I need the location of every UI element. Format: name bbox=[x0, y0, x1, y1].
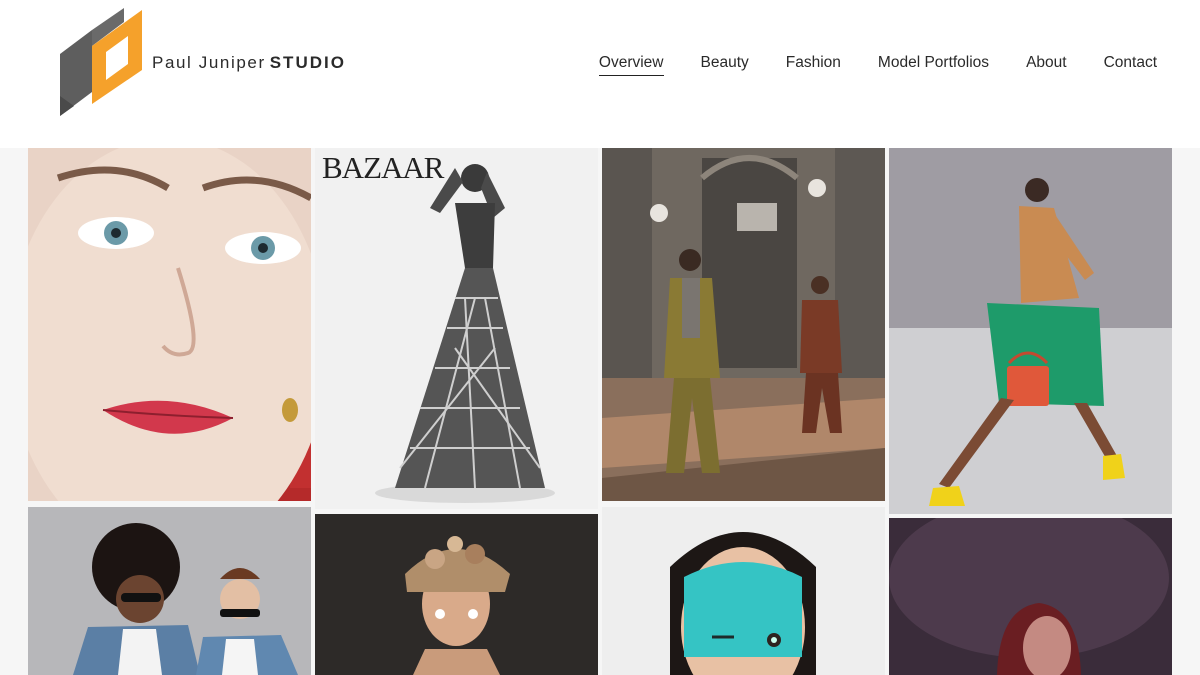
photo-fashion-suits[interactable] bbox=[602, 148, 885, 501]
photo-floral-crown[interactable] bbox=[315, 514, 598, 675]
nav-model-portfolios[interactable]: Model Portfolios bbox=[878, 54, 989, 76]
magazine-logo: BAZAAR bbox=[322, 150, 444, 185]
brand-studio: STUDIO bbox=[269, 53, 346, 72]
studio-logo-icon[interactable] bbox=[58, 8, 144, 116]
main-nav: Overview Beauty Fashion Model Portfolios… bbox=[598, 54, 1157, 76]
site-header: Paul Juniper STUDIO Overview Beauty Fashi… bbox=[0, 0, 1200, 148]
nav-fashion[interactable]: Fashion bbox=[786, 54, 841, 76]
photo-turquoise-face[interactable] bbox=[602, 507, 885, 675]
brand-name: Paul Juniper bbox=[152, 53, 266, 72]
nav-about[interactable]: About bbox=[1026, 54, 1067, 76]
photo-fashion-orange-sweater[interactable] bbox=[889, 148, 1172, 514]
brand-wordmark[interactable]: Paul Juniper STUDIO bbox=[152, 53, 346, 73]
nav-overview[interactable]: Overview bbox=[598, 54, 664, 76]
nav-contact[interactable]: Contact bbox=[1104, 54, 1157, 76]
photo-denim-duo[interactable] bbox=[28, 507, 311, 675]
photo-bazaar-gown[interactable]: BAZAAR bbox=[315, 148, 598, 509]
nav-beauty[interactable]: Beauty bbox=[701, 54, 749, 76]
photo-red-hair-portrait[interactable] bbox=[889, 518, 1172, 675]
photo-beauty-closeup[interactable] bbox=[28, 148, 311, 501]
